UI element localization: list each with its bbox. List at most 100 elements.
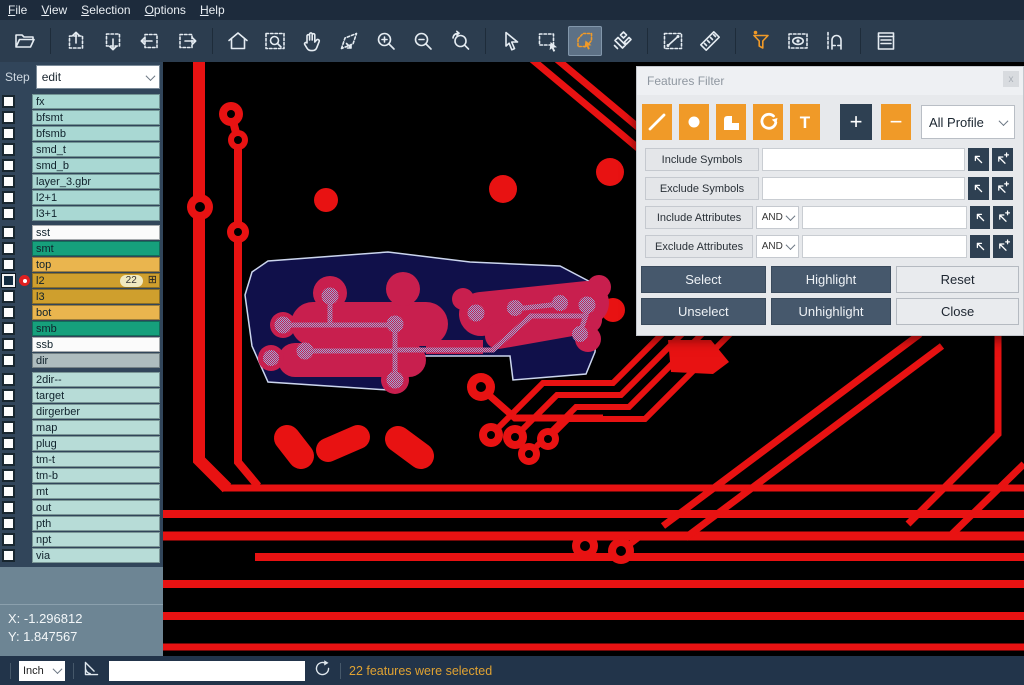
layer-row-bfsmb[interactable]: bfsmb xyxy=(0,126,163,141)
menu-item-selection[interactable]: Selection xyxy=(81,3,130,17)
layer-name[interactable]: layer_3.gbr xyxy=(32,174,160,189)
layer-row-smt[interactable]: smt xyxy=(0,241,163,256)
move-down-button[interactable] xyxy=(96,26,130,56)
layer-row-l3+1[interactable]: l3+1 xyxy=(0,206,163,221)
home-view-button[interactable] xyxy=(221,26,255,56)
add-profile-button[interactable]: + xyxy=(840,104,872,140)
command-input[interactable] xyxy=(109,661,305,681)
clean-button[interactable] xyxy=(605,26,639,56)
layer-name[interactable]: top xyxy=(32,257,160,272)
layer-row-smd_t[interactable]: smd_t xyxy=(0,142,163,157)
layer-visibility-checkbox[interactable] xyxy=(2,258,15,271)
layer-row-plug[interactable]: plug xyxy=(0,436,163,451)
pad-filter-button[interactable] xyxy=(679,104,709,140)
select-polygon-button[interactable] xyxy=(568,26,602,56)
logic-select[interactable]: AND xyxy=(756,235,799,258)
layer-name[interactable]: bot xyxy=(32,305,160,320)
layer-visibility-checkbox[interactable] xyxy=(2,226,15,239)
select-cursor-button[interactable] xyxy=(494,26,528,56)
layer-row-fx[interactable]: fx xyxy=(0,94,163,109)
layer-name[interactable]: tm-t xyxy=(32,452,160,467)
layer-name[interactable]: dirgerber xyxy=(32,404,160,419)
layer-row-out[interactable]: out xyxy=(0,500,163,515)
layer-row-mt[interactable]: mt xyxy=(0,484,163,499)
layer-name[interactable]: l3+1 xyxy=(32,206,160,221)
ruler-button[interactable] xyxy=(693,26,727,56)
pick-from-canvas-button[interactable] xyxy=(970,206,990,229)
select-rect-button[interactable] xyxy=(531,26,565,56)
layer-name[interactable]: smd_b xyxy=(32,158,160,173)
layer-row-sst[interactable]: sst xyxy=(0,225,163,240)
layer-name[interactable]: l2+1 xyxy=(32,190,160,205)
pick-add-from-canvas-button[interactable] xyxy=(993,206,1013,229)
layer-visibility-checkbox[interactable] xyxy=(2,354,15,367)
layer-visibility-checkbox[interactable] xyxy=(2,159,15,172)
menu-item-help[interactable]: Help xyxy=(200,3,225,17)
layer-visibility-checkbox[interactable] xyxy=(2,437,15,450)
layer-name[interactable]: via xyxy=(32,548,160,563)
layer-visibility-checkbox[interactable] xyxy=(2,191,15,204)
close-button[interactable]: Close xyxy=(896,298,1019,325)
layer-name[interactable]: mt xyxy=(32,484,160,499)
unhighlight-button[interactable]: Unhighlight xyxy=(771,298,892,325)
layer-visibility-checkbox[interactable] xyxy=(2,517,15,530)
include-symbols-input[interactable] xyxy=(762,148,965,171)
layer-row-2dir--[interactable]: 2dir-- xyxy=(0,372,163,387)
layer-visibility-checkbox[interactable] xyxy=(2,453,15,466)
layer-row-map[interactable]: map xyxy=(0,420,163,435)
menu-item-file[interactable]: File xyxy=(8,3,27,17)
layer-name[interactable]: npt xyxy=(32,532,160,547)
highlight-button[interactable]: Highlight xyxy=(771,266,892,293)
layer-row-bot[interactable]: bot xyxy=(0,305,163,320)
refresh-icon[interactable] xyxy=(313,659,332,683)
layer-visibility-checkbox[interactable] xyxy=(2,274,15,287)
exclude-symbols-input[interactable] xyxy=(762,177,965,200)
layer-visibility-checkbox[interactable] xyxy=(2,95,15,108)
layer-name[interactable]: ssb xyxy=(32,337,160,352)
layer-name[interactable]: smb xyxy=(32,321,160,336)
layer-name[interactable]: smd_t xyxy=(32,142,160,157)
surface-filter-button[interactable] xyxy=(716,104,746,140)
layer-row-l3[interactable]: l3 xyxy=(0,289,163,304)
layer-row-ssb[interactable]: ssb xyxy=(0,337,163,352)
zoom-in-button[interactable] xyxy=(369,26,403,56)
layer-row-l2[interactable]: l222⊞ xyxy=(0,273,163,288)
pick-from-canvas-button[interactable] xyxy=(970,235,990,258)
pick-add-from-canvas-button[interactable] xyxy=(992,148,1013,171)
layer-visibility-checkbox[interactable] xyxy=(2,389,15,402)
layer-row-smd_b[interactable]: smd_b xyxy=(0,158,163,173)
reset-button[interactable]: Reset xyxy=(896,266,1019,293)
pick-add-from-canvas-button[interactable] xyxy=(992,177,1013,200)
open-button[interactable] xyxy=(8,26,42,56)
line-filter-button[interactable] xyxy=(642,104,672,140)
layer-name[interactable]: smt xyxy=(32,241,160,256)
text-filter-button[interactable]: T xyxy=(790,104,820,140)
measure-button[interactable] xyxy=(656,26,690,56)
layer-visibility-checkbox[interactable] xyxy=(2,143,15,156)
layer-row-smb[interactable]: smb xyxy=(0,321,163,336)
layer-visibility-checkbox[interactable] xyxy=(2,111,15,124)
menu-item-view[interactable]: View xyxy=(41,3,67,17)
layer-name[interactable]: plug xyxy=(32,436,160,451)
layer-visibility-checkbox[interactable] xyxy=(2,322,15,335)
layer-visibility-checkbox[interactable] xyxy=(2,207,15,220)
layer-row-tm-t[interactable]: tm-t xyxy=(0,452,163,467)
layer-name[interactable]: target xyxy=(32,388,160,403)
pick-from-canvas-button[interactable] xyxy=(968,148,989,171)
layer-name[interactable]: dir xyxy=(32,353,160,368)
move-left-button[interactable] xyxy=(133,26,167,56)
layer-name[interactable]: 2dir-- xyxy=(32,372,160,387)
layer-name[interactable]: bfsmb xyxy=(32,126,160,141)
layers-panel-button[interactable] xyxy=(869,26,903,56)
layer-visibility-checkbox[interactable] xyxy=(2,485,15,498)
layer-name[interactable]: map xyxy=(32,420,160,435)
layer-row-dir[interactable]: dir xyxy=(0,353,163,368)
remove-profile-button[interactable]: − xyxy=(881,104,911,140)
layer-row-top[interactable]: top xyxy=(0,257,163,272)
close-icon[interactable]: x xyxy=(1003,71,1019,87)
pcb-canvas[interactable]: Features Filter x T + − All Profile Incl… xyxy=(163,62,1024,656)
pan-button[interactable] xyxy=(295,26,329,56)
layer-visibility-checkbox[interactable] xyxy=(2,469,15,482)
zoom-previous-button[interactable] xyxy=(443,26,477,56)
layer-visibility-checkbox[interactable] xyxy=(2,306,15,319)
